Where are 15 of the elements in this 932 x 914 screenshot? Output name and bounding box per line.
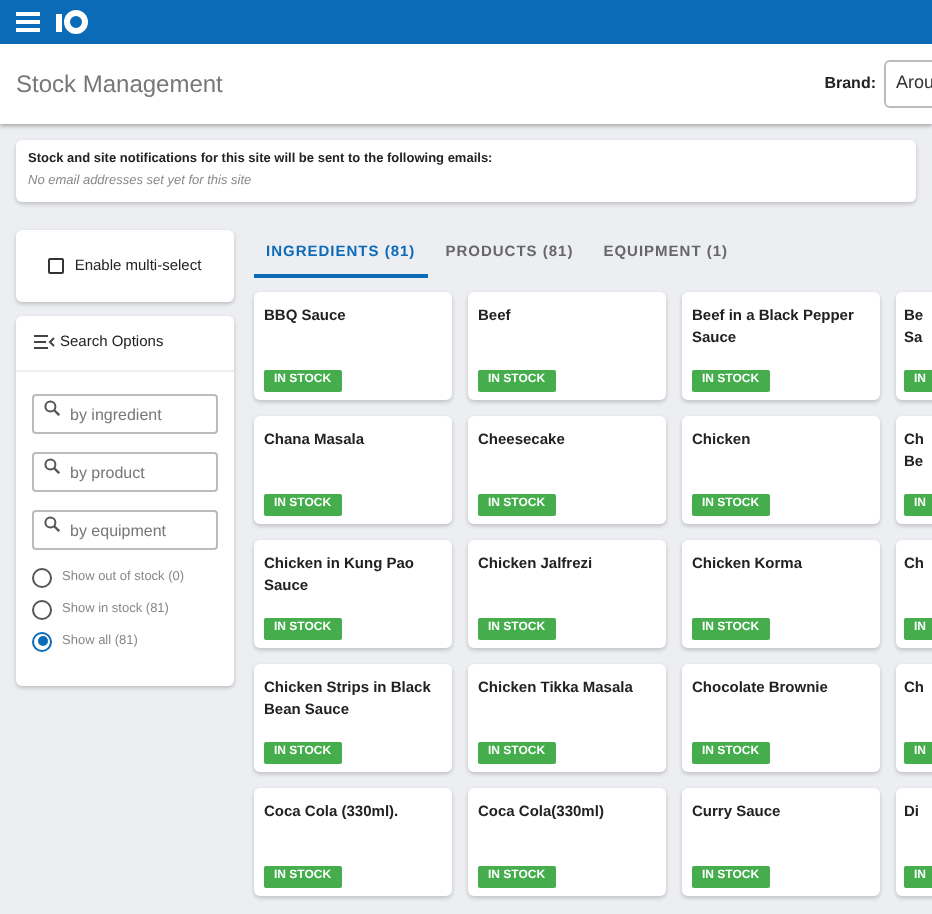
search-icon (44, 515, 60, 531)
search-field[interactable]: by ingredient (32, 394, 218, 434)
search-field[interactable]: by equipment (32, 510, 218, 550)
search-icon (44, 457, 60, 473)
search-field[interactable]: by product (32, 452, 218, 492)
logo-icon (56, 8, 88, 36)
radio-button[interactable] (32, 599, 52, 619)
filter-list-icon (34, 334, 56, 350)
checkbox[interactable] (48, 257, 65, 273)
menu-icon[interactable] (16, 12, 40, 32)
page-title: Stock Management (16, 68, 223, 102)
search-icon (44, 399, 60, 415)
radio-button[interactable] (32, 631, 52, 651)
brand-label: Brand: (824, 72, 876, 96)
radio-button[interactable] (32, 567, 52, 587)
